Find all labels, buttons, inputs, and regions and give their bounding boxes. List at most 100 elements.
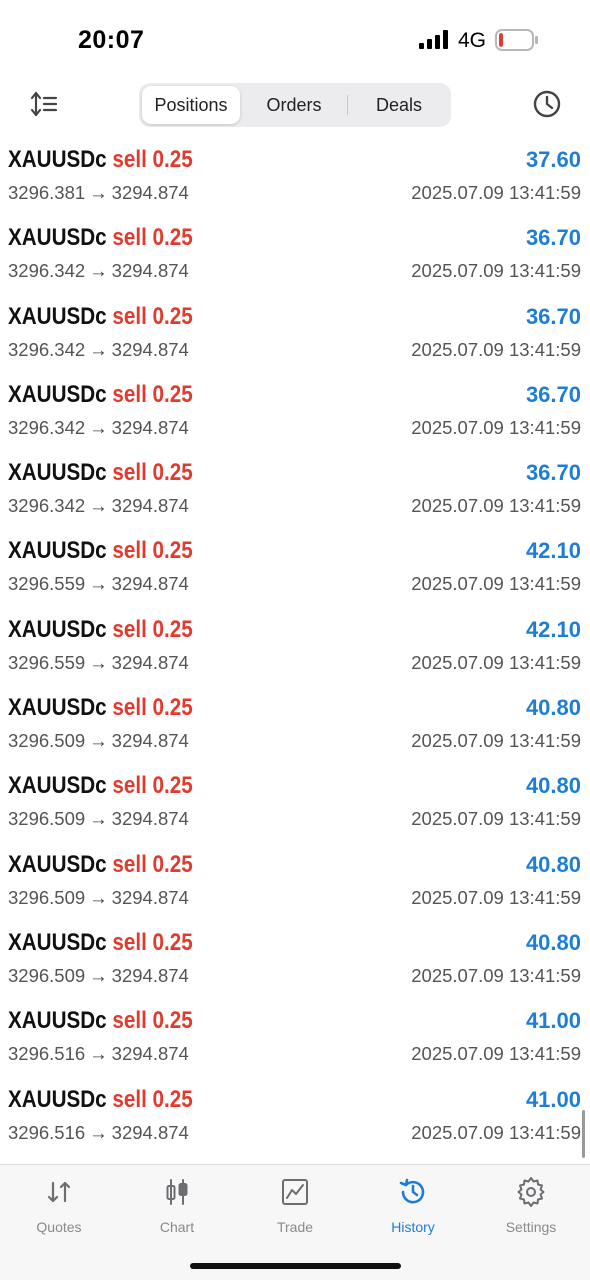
deal-side: sell <box>112 772 147 800</box>
deal-row[interactable]: XAUUSDc sell 0.25 37.60 3296.381 → 3294.874 2… <box>0 145 590 223</box>
deal-symbol: XAUUSDc <box>8 302 107 330</box>
deal-side: sell <box>112 302 147 330</box>
deal-row-details: 3296.381 → 3294.874 2025.07.09 13:41:59 <box>8 182 581 208</box>
deal-profit: 36.70 <box>525 303 581 329</box>
tab-deals[interactable]: Deals <box>350 86 448 124</box>
deal-row[interactable]: XAUUSDc sell 0.25 36.70 3296.342 → 3294.874 2… <box>0 380 590 458</box>
deal-symbol-line: XAUUSDc sell 0.25 <box>8 694 193 722</box>
deal-row-details: 3296.509 → 3294.874 2025.07.09 13:41:59 <box>8 965 581 991</box>
deal-row[interactable]: XAUUSDc sell 0.25 36.70 3296.342 → 3294.874 2… <box>0 458 590 536</box>
deal-close-price: 3294.874 <box>111 182 189 203</box>
deal-open-price: 3296.509 <box>8 886 86 908</box>
deal-close-price: 3294.874 <box>111 260 189 282</box>
deal-profit: 37.60 <box>525 147 581 172</box>
deal-prices: 3296.559 → 3294.874 <box>8 652 189 674</box>
deal-row-details: 3296.342 → 3294.874 2025.07.09 13:41:59 <box>8 495 581 521</box>
deal-open-price: 3296.509 <box>8 964 86 986</box>
deal-symbol-line: XAUUSDc sell 0.25 <box>8 459 193 487</box>
history-clock-icon <box>399 1178 425 1204</box>
tab-chart[interactable]: Chart <box>127 1177 227 1243</box>
tab-quotes[interactable]: Quotes <box>9 1177 109 1243</box>
right-arrow-icon: → <box>89 573 108 595</box>
deal-row[interactable]: XAUUSDc sell 0.25 40.80 3296.509 → 3294.874 2… <box>0 850 590 928</box>
deal-row-header: XAUUSDc sell 0.25 36.70 <box>8 223 581 259</box>
deal-symbol: XAUUSDc <box>8 537 107 565</box>
deal-close-price: 3294.874 <box>111 416 189 438</box>
deal-row[interactable]: XAUUSDc sell 0.25 40.80 3296.509 → 3294.874 2… <box>0 693 590 771</box>
deal-row[interactable]: XAUUSDc sell 0.25 40.80 3296.509 → 3294.874 2… <box>0 771 590 849</box>
tab-trade-label: Trade <box>276 1219 314 1235</box>
tab-chart-label: Chart <box>159 1219 195 1235</box>
deal-profit: 40.80 <box>525 851 581 877</box>
deal-volume: 0.25 <box>152 772 193 800</box>
deal-close-price: 3294.874 <box>111 651 189 673</box>
deal-symbol-line: XAUUSDc sell 0.25 <box>8 381 193 409</box>
deal-volume: 0.25 <box>152 1085 193 1113</box>
deal-row-header: XAUUSDc sell 0.25 40.80 <box>8 928 581 964</box>
deal-symbol-line: XAUUSDc sell 0.25 <box>8 1007 193 1035</box>
sort-icon[interactable] <box>29 89 59 119</box>
deal-row-details: 3296.559 → 3294.874 2025.07.09 13:41:59 <box>8 652 581 678</box>
deal-prices: 3296.516 → 3294.874 <box>8 1122 189 1144</box>
deal-row[interactable]: XAUUSDc sell 0.25 42.10 3296.559 → 3294.874 2… <box>0 615 590 693</box>
deal-profit: 36.70 <box>525 381 581 407</box>
deal-row-header: XAUUSDc sell 0.25 41.00 <box>8 1085 581 1121</box>
deal-open-price: 3296.342 <box>8 495 86 517</box>
deal-row[interactable]: XAUUSDc sell 0.25 36.70 3296.342 → 3294.874 2… <box>0 223 590 301</box>
deal-profit: 41.00 <box>525 1086 581 1112</box>
deal-volume: 0.25 <box>152 928 193 956</box>
right-arrow-icon: → <box>89 886 108 908</box>
deal-close-price: 3294.874 <box>111 1043 189 1065</box>
deal-open-price: 3296.342 <box>8 338 86 360</box>
deal-row-header: XAUUSDc sell 0.25 36.70 <box>8 302 581 338</box>
deal-symbol: XAUUSDc <box>8 772 107 800</box>
tab-settings-label: Settings <box>505 1219 557 1235</box>
deal-side: sell <box>112 380 147 408</box>
deal-row[interactable]: XAUUSDc sell 0.25 42.10 3296.559 → 3294.874 2… <box>0 536 590 614</box>
right-arrow-icon: → <box>89 651 108 673</box>
deal-symbol-line: XAUUSDc sell 0.25 <box>8 303 193 331</box>
deal-time: 2025.07.09 13:41:59 <box>411 808 581 830</box>
deal-side: sell <box>112 1007 147 1035</box>
deal-volume: 0.25 <box>152 537 193 565</box>
deal-close-price: 3294.874 <box>111 964 189 986</box>
status-bar: 20:07 4G <box>0 0 590 78</box>
trade-chart-icon <box>282 1179 308 1205</box>
deals-list[interactable]: XAUUSDc sell 0.25 37.60 3296.381 → 3294.874 2… <box>0 145 590 1165</box>
deal-prices: 3296.342 → 3294.874 <box>8 417 189 439</box>
deal-row-header: XAUUSDc sell 0.25 37.60 <box>8 145 581 181</box>
deal-time: 2025.07.09 13:41:59 <box>411 416 581 438</box>
gear-icon <box>517 1177 545 1207</box>
deal-row[interactable]: XAUUSDc sell 0.25 41.00 3296.516 → 3294.874 2… <box>0 1006 590 1084</box>
deal-symbol-line: XAUUSDc sell 0.25 <box>8 851 193 879</box>
deal-row[interactable]: XAUUSDc sell 0.25 40.80 3296.509 → 3294.874 2… <box>0 928 590 1006</box>
tab-trade[interactable]: Trade <box>245 1177 345 1243</box>
clock-icon[interactable] <box>532 89 562 119</box>
deal-prices: 3296.381 → 3294.874 <box>8 182 189 204</box>
deal-volume: 0.25 <box>152 615 193 643</box>
tab-orders[interactable]: Orders <box>245 86 343 124</box>
deal-symbol-line: XAUUSDc sell 0.25 <box>8 537 193 565</box>
deal-symbol-line: XAUUSDc sell 0.25 <box>8 616 193 644</box>
deal-symbol: XAUUSDc <box>8 146 107 173</box>
right-arrow-icon: → <box>89 808 108 830</box>
deal-prices: 3296.509 → 3294.874 <box>8 887 189 909</box>
deal-time: 2025.07.09 13:41:59 <box>411 651 581 673</box>
deal-side: sell <box>112 459 147 487</box>
deal-side: sell <box>112 928 147 956</box>
deal-row[interactable]: XAUUSDc sell 0.25 41.00 3296.516 → 3294.874 2… <box>0 1085 590 1163</box>
scroll-indicator[interactable] <box>582 1110 585 1158</box>
deal-profit: 36.70 <box>525 460 581 486</box>
tab-history[interactable]: History <box>363 1177 463 1243</box>
deal-row-details: 3296.509 → 3294.874 2025.07.09 13:41:59 <box>8 808 581 834</box>
deal-open-price: 3296.559 <box>8 573 86 595</box>
deal-volume: 0.25 <box>152 459 193 487</box>
deal-row[interactable]: XAUUSDc sell 0.25 36.70 3296.342 → 3294.874 2… <box>0 302 590 380</box>
deal-row-details: 3296.559 → 3294.874 2025.07.09 13:41:59 <box>8 573 581 599</box>
tab-settings[interactable]: Settings <box>481 1177 581 1243</box>
deal-prices: 3296.342 → 3294.874 <box>8 495 189 517</box>
deal-side: sell <box>112 1085 147 1113</box>
deal-time: 2025.07.09 13:41:59 <box>411 964 581 986</box>
deal-close-price: 3294.874 <box>111 808 189 830</box>
tab-positions[interactable]: Positions <box>142 86 240 124</box>
